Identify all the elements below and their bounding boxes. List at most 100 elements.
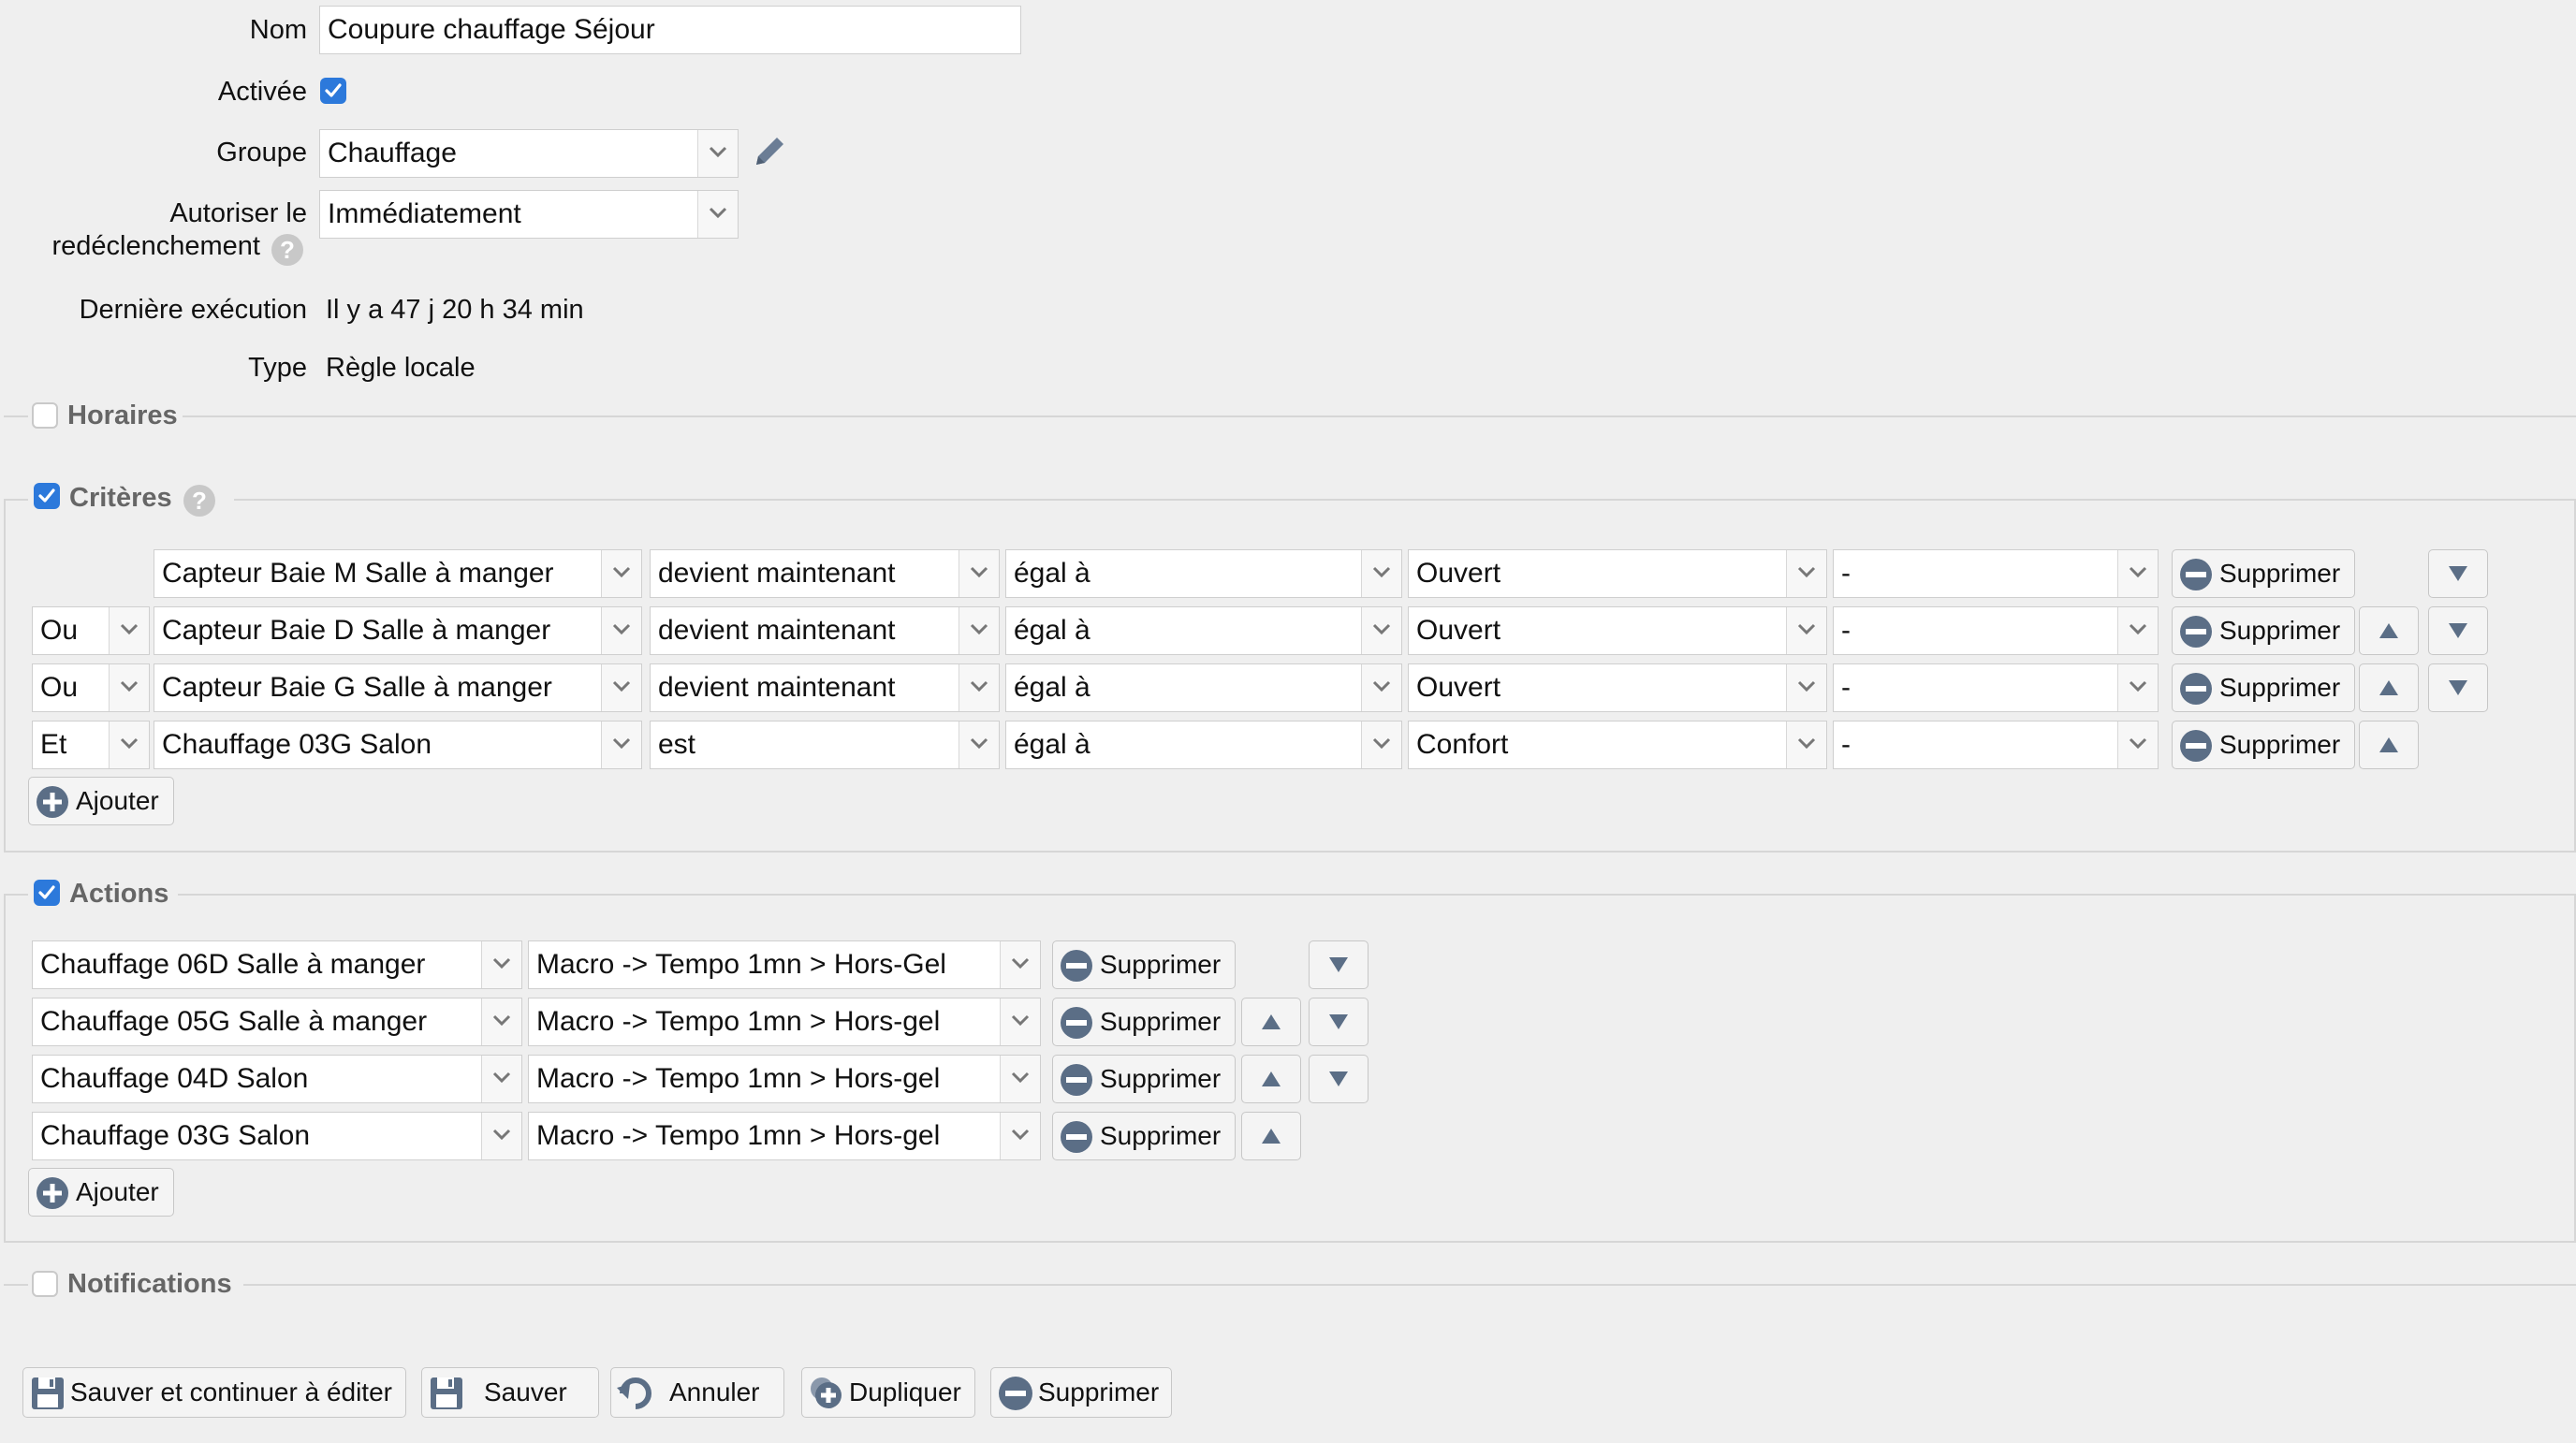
criteria-operator-select[interactable]: égal à bbox=[1005, 606, 1402, 655]
action-delete-button[interactable]: Supprimer bbox=[1052, 940, 1236, 989]
schedules-divider bbox=[4, 415, 2576, 417]
save-continue-button[interactable]: Sauver et continuer à éditer bbox=[22, 1367, 406, 1418]
action-move-up-button[interactable] bbox=[1241, 998, 1301, 1046]
chevron-down-icon bbox=[1000, 1056, 1040, 1102]
criteria-move-up-button[interactable] bbox=[2359, 606, 2419, 655]
criteria-conjunction-select[interactable]: Et bbox=[32, 721, 150, 769]
criteria-move-up-button[interactable] bbox=[2359, 721, 2419, 769]
criteria-operator-select[interactable]: égal à bbox=[1005, 721, 1402, 769]
cancel-button[interactable]: Annuler bbox=[610, 1367, 784, 1418]
action-macro-select-value: Macro -> Tempo 1mn > Hors-gel bbox=[536, 1063, 941, 1094]
action-delete-button[interactable]: Supprimer bbox=[1052, 1112, 1236, 1160]
criteria-extra-select[interactable]: - bbox=[1833, 663, 2159, 712]
criteria-delete-button-label: Supprimer bbox=[2219, 673, 2341, 702]
criteria-extra-select[interactable]: - bbox=[1833, 549, 2159, 598]
notifications-checkbox[interactable] bbox=[32, 1271, 58, 1297]
pencil-icon[interactable] bbox=[749, 131, 790, 172]
criteria-add-label: Ajouter bbox=[76, 786, 159, 815]
criteria-help-icon[interactable]: ? bbox=[183, 485, 215, 517]
criteria-mode-select[interactable]: est bbox=[650, 721, 1000, 769]
retrigger-select[interactable]: Immédiatement bbox=[319, 190, 739, 239]
criteria-add-button[interactable]: Ajouter bbox=[28, 777, 174, 825]
criteria-device-select[interactable]: Capteur Baie G Salle à manger bbox=[154, 663, 642, 712]
action-delete-button[interactable]: Supprimer bbox=[1052, 1055, 1236, 1103]
action-device-select[interactable]: Chauffage 05G Salle à manger bbox=[32, 998, 522, 1046]
criteria-extra-select[interactable]: - bbox=[1833, 606, 2159, 655]
schedules-checkbox[interactable] bbox=[32, 402, 58, 429]
chevron-down-icon bbox=[1000, 998, 1040, 1045]
action-delete-button-label: Supprimer bbox=[1100, 1007, 1222, 1036]
chevron-down-icon bbox=[1000, 941, 1040, 988]
criteria-value-select[interactable]: Confort bbox=[1408, 721, 1827, 769]
save-button[interactable]: Sauver bbox=[421, 1367, 599, 1418]
criteria-delete-button-label: Supprimer bbox=[2219, 559, 2341, 588]
action-device-select[interactable]: Chauffage 06D Salle à manger bbox=[32, 940, 522, 989]
enabled-checkbox[interactable] bbox=[320, 78, 346, 104]
criteria-conjunction-select[interactable]: Ou bbox=[32, 606, 150, 655]
action-device-select-value: Chauffage 06D Salle à manger bbox=[40, 949, 426, 980]
action-device-select[interactable]: Chauffage 04D Salon bbox=[32, 1055, 522, 1103]
criteria-device-select-value: Capteur Baie G Salle à manger bbox=[162, 672, 552, 703]
action-move-down-button[interactable] bbox=[1309, 1055, 1368, 1103]
criteria-move-down-button[interactable] bbox=[2428, 663, 2488, 712]
type-label: Type bbox=[248, 353, 307, 383]
action-move-down-button[interactable] bbox=[1309, 940, 1368, 989]
retrigger-label-line2: redéclenchement bbox=[51, 231, 260, 261]
criteria-mode-select[interactable]: devient maintenant bbox=[650, 663, 1000, 712]
retrigger-help-icon[interactable]: ? bbox=[271, 234, 303, 266]
chevron-down-icon bbox=[2117, 664, 2158, 711]
criteria-extra-select[interactable]: - bbox=[1833, 721, 2159, 769]
criteria-device-select[interactable]: Capteur Baie D Salle à manger bbox=[154, 606, 642, 655]
minus-circle-icon bbox=[2180, 559, 2212, 590]
criteria-device-select[interactable]: Capteur Baie M Salle à manger bbox=[154, 549, 642, 598]
criteria-conjunction-select-value: Ou bbox=[40, 672, 79, 703]
actions-add-button[interactable]: Ajouter bbox=[28, 1168, 174, 1217]
criteria-device-select[interactable]: Chauffage 03G Salon bbox=[154, 721, 642, 769]
action-device-select[interactable]: Chauffage 03G Salon bbox=[32, 1112, 522, 1160]
criteria-delete-button[interactable]: Supprimer bbox=[2172, 606, 2355, 655]
action-macro-select[interactable]: Macro -> Tempo 1mn > Hors-gel bbox=[528, 1055, 1041, 1103]
criteria-operator-select-value: égal à bbox=[1014, 558, 1090, 589]
criteria-mode-select[interactable]: devient maintenant bbox=[650, 549, 1000, 598]
action-delete-button[interactable]: Supprimer bbox=[1052, 998, 1236, 1046]
criteria-checkbox[interactable] bbox=[34, 483, 60, 509]
criteria-value-select-value: Ouvert bbox=[1416, 615, 1501, 646]
minus-circle-icon bbox=[1061, 1121, 1092, 1153]
chevron-down-icon bbox=[2117, 607, 2158, 654]
criteria-operator-select[interactable]: égal à bbox=[1005, 663, 1402, 712]
duplicate-button[interactable]: Dupliquer bbox=[801, 1367, 975, 1418]
action-macro-select[interactable]: Macro -> Tempo 1mn > Hors-gel bbox=[528, 1112, 1041, 1160]
criteria-conjunction-select[interactable]: Ou bbox=[32, 663, 150, 712]
chevron-down-icon bbox=[959, 607, 999, 654]
actions-checkbox[interactable] bbox=[34, 880, 60, 906]
last-exec-label: Dernière exécution bbox=[79, 295, 307, 325]
action-move-down-button[interactable] bbox=[1309, 998, 1368, 1046]
criteria-delete-button[interactable]: Supprimer bbox=[2172, 663, 2355, 712]
chevron-down-icon bbox=[959, 722, 999, 768]
chevron-down-icon bbox=[481, 1056, 521, 1102]
delete-rule-button[interactable]: Supprimer bbox=[990, 1367, 1172, 1418]
chevron-down-icon bbox=[481, 1113, 521, 1159]
criteria-extra-select-value: - bbox=[1841, 672, 1851, 703]
criteria-operator-select[interactable]: égal à bbox=[1005, 549, 1402, 598]
criteria-move-down-button[interactable] bbox=[2428, 549, 2488, 598]
plus-circle-icon bbox=[37, 1177, 68, 1209]
criteria-move-up-button[interactable] bbox=[2359, 663, 2419, 712]
criteria-delete-button[interactable]: Supprimer bbox=[2172, 721, 2355, 769]
chevron-down-icon bbox=[1786, 722, 1826, 768]
criteria-delete-button[interactable]: Supprimer bbox=[2172, 549, 2355, 598]
criteria-mode-select[interactable]: devient maintenant bbox=[650, 606, 1000, 655]
name-input[interactable]: Coupure chauffage Séjour bbox=[319, 6, 1021, 54]
action-move-up-button[interactable] bbox=[1241, 1055, 1301, 1103]
criteria-value-select[interactable]: Ouvert bbox=[1408, 549, 1827, 598]
action-move-up-button[interactable] bbox=[1241, 1112, 1301, 1160]
action-device-select-value: Chauffage 04D Salon bbox=[40, 1063, 309, 1094]
group-label: Groupe bbox=[216, 138, 307, 168]
criteria-move-down-button[interactable] bbox=[2428, 606, 2488, 655]
criteria-value-select[interactable]: Ouvert bbox=[1408, 663, 1827, 712]
action-macro-select[interactable]: Macro -> Tempo 1mn > Hors-Gel bbox=[528, 940, 1041, 989]
group-select[interactable]: Chauffage bbox=[319, 129, 739, 178]
actions-title: Actions bbox=[66, 879, 173, 910]
action-macro-select[interactable]: Macro -> Tempo 1mn > Hors-gel bbox=[528, 998, 1041, 1046]
criteria-value-select[interactable]: Ouvert bbox=[1408, 606, 1827, 655]
